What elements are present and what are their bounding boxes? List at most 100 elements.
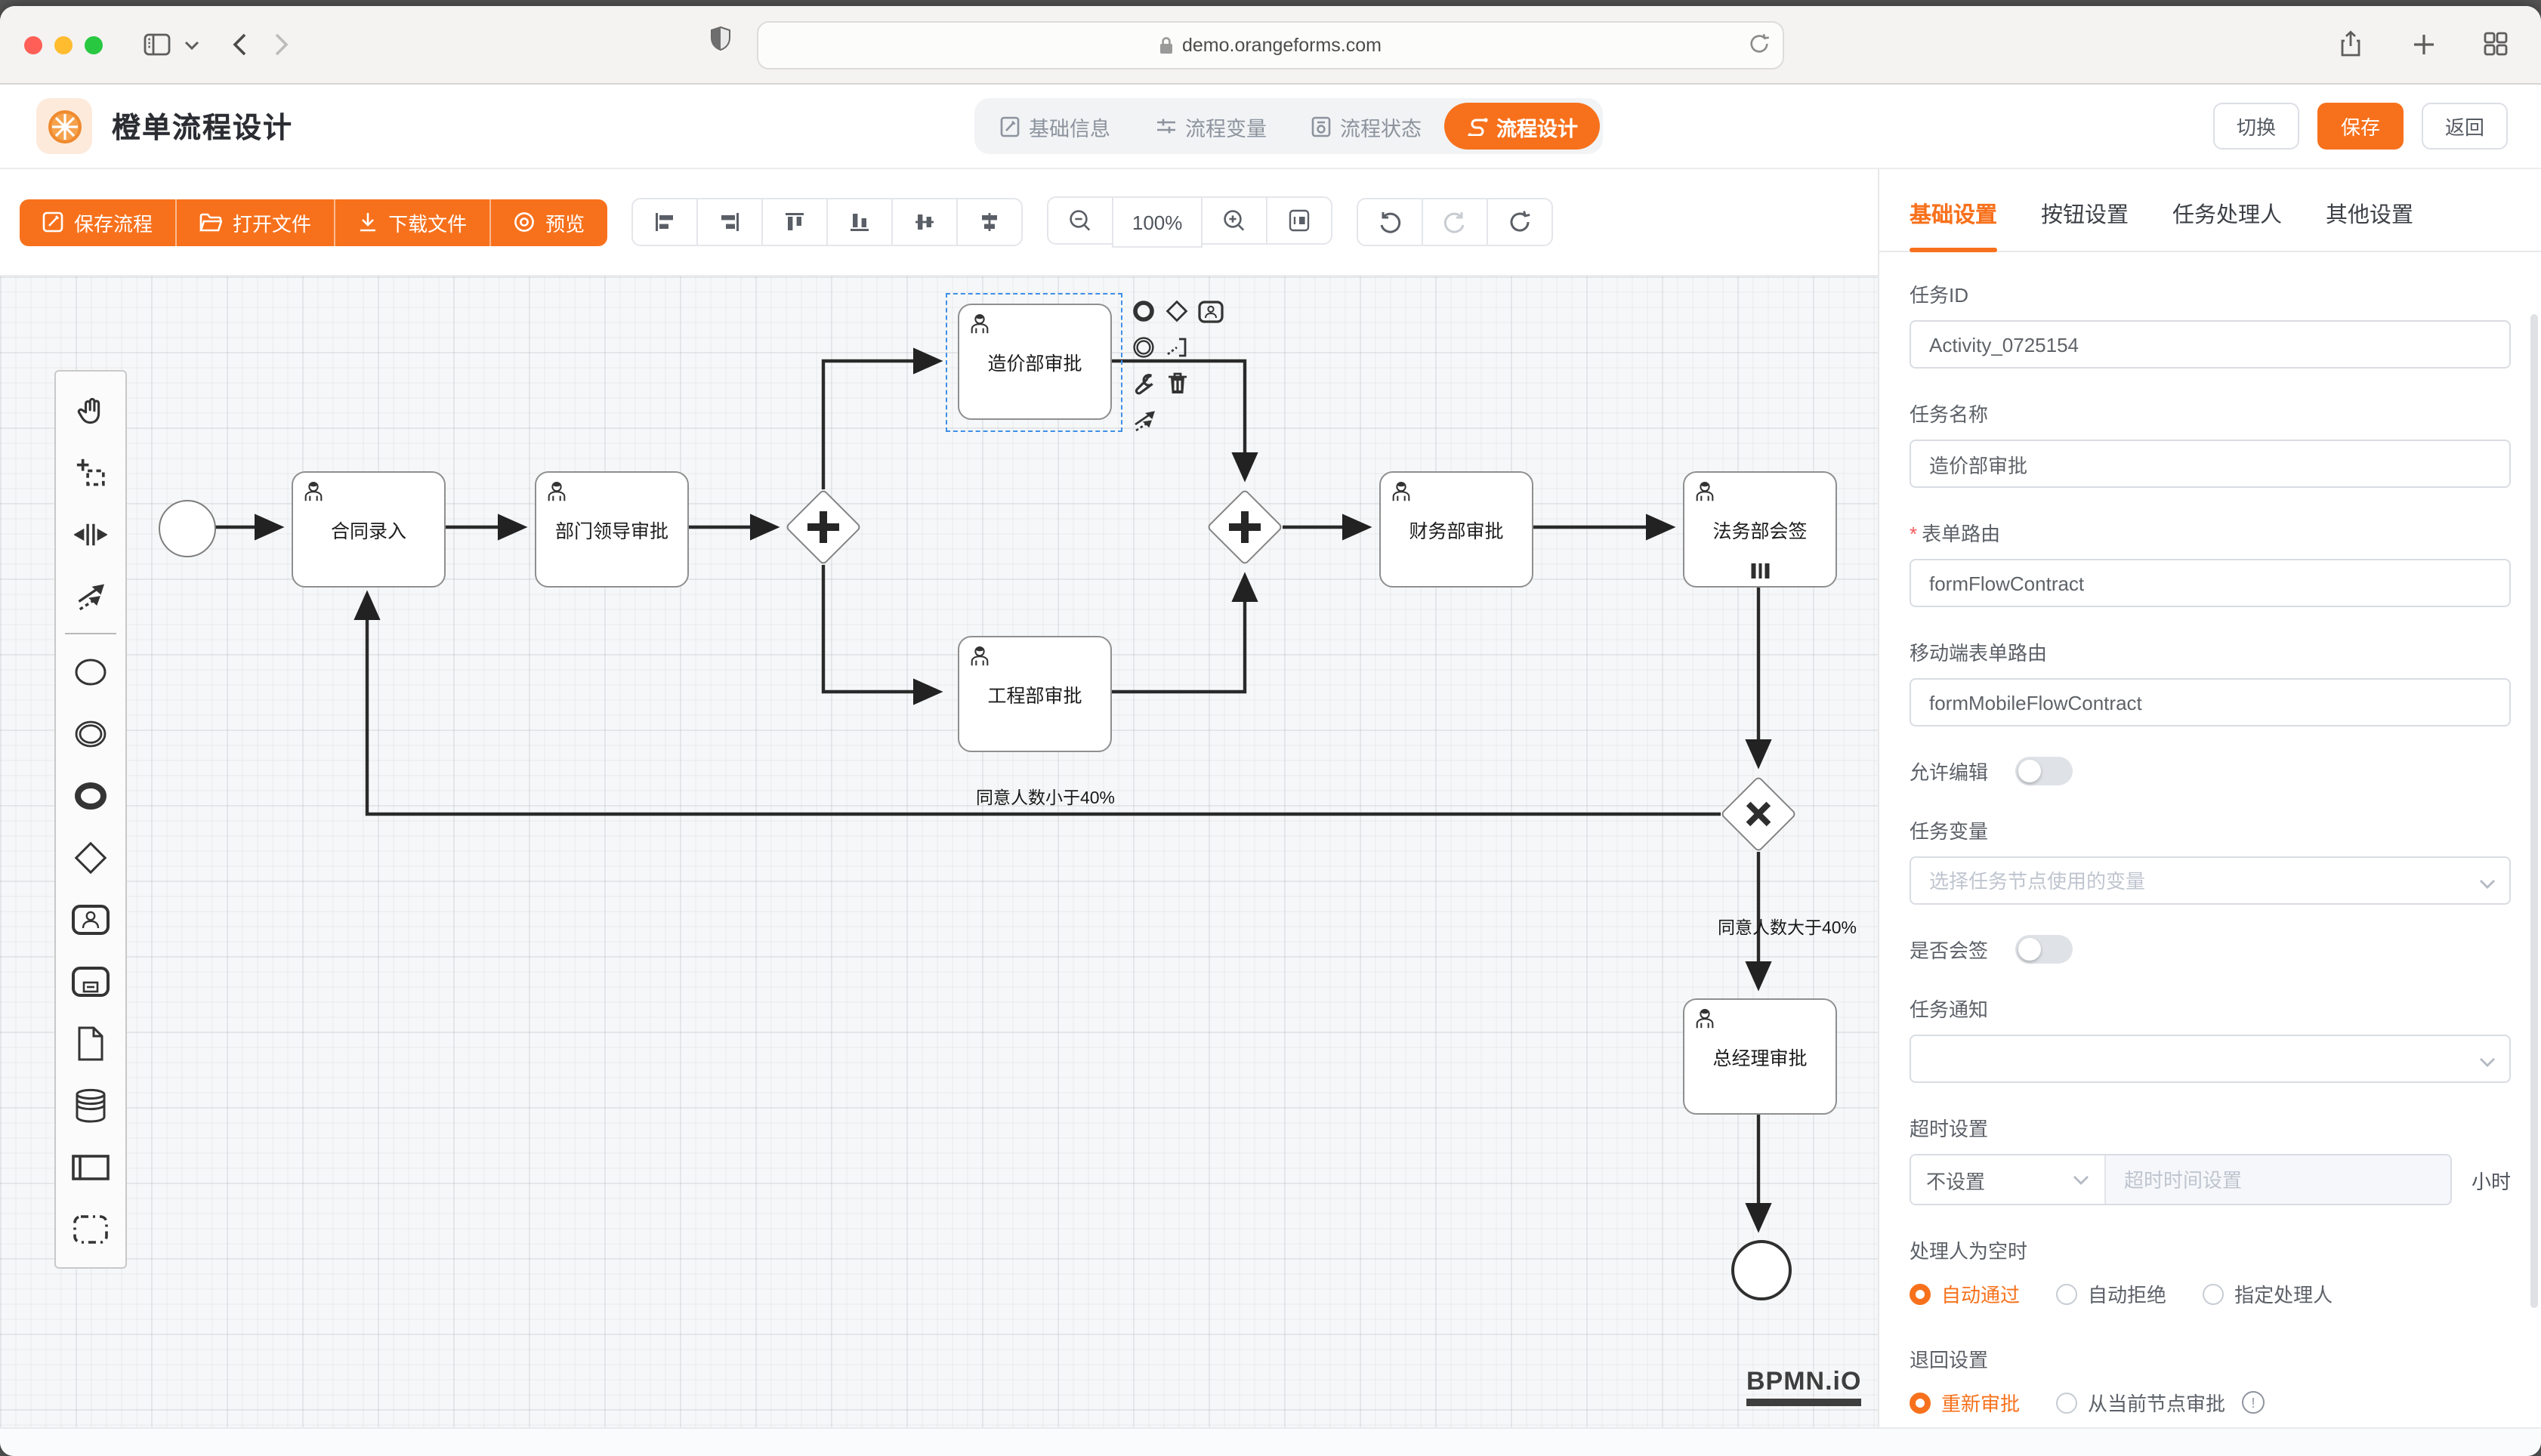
back-to-list-button[interactable]: 返回 [2422, 103, 2508, 150]
zoom-level-label: 100% [1112, 196, 1203, 248]
parallel-gateway-split[interactable] [796, 500, 851, 554]
align-center-icon[interactable] [956, 198, 1023, 246]
bpmn-canvas[interactable]: 合同录入 部门领导审批 造价部审批 工程部审批 财务部审批 [0, 275, 1878, 1432]
lasso-tool-icon[interactable] [60, 441, 121, 503]
switch-button[interactable]: 切换 [2213, 103, 2299, 150]
task-node-contract-entry[interactable]: 合同录入 [292, 471, 446, 588]
timeout-mode-select[interactable]: 不设置 [1911, 1155, 2106, 1204]
group-shape[interactable] [60, 1198, 121, 1260]
share-icon[interactable] [2330, 24, 2372, 63]
hand-tool-icon[interactable] [60, 379, 121, 441]
panel-scrollbar[interactable] [2530, 314, 2538, 1308]
address-bar[interactable]: demo.orangeforms.com [757, 21, 1784, 69]
task-node-finance-dept[interactable]: 财务部审批 [1379, 471, 1533, 588]
start-event-shape[interactable] [60, 640, 121, 702]
zoom-window-button[interactable] [85, 35, 103, 54]
parallel-gateway-join[interactable] [1218, 500, 1272, 554]
edge-label-gt40[interactable]: 同意人数大于40% [1704, 915, 1870, 939]
connect-tool-icon[interactable] [1128, 403, 1159, 436]
end-event-node[interactable] [1731, 1240, 1792, 1300]
sidebar-toggle-icon[interactable] [136, 25, 178, 64]
start-event-node[interactable] [159, 500, 216, 557]
radio-auto-pass[interactable]: 自动通过 [1910, 1279, 2020, 1308]
countersign-toggle[interactable] [2015, 935, 2073, 964]
form-route-input[interactable] [1910, 559, 2511, 607]
append-end-event-icon[interactable] [1128, 295, 1159, 328]
designer-column: 保存流程 打开文件 下载文件 预览 [0, 169, 1879, 1432]
tab-task-assignee[interactable]: 任务处理人 [2172, 198, 2282, 251]
space-tool-icon[interactable] [60, 503, 121, 565]
save-flow-button[interactable]: 保存流程 [20, 199, 175, 245]
radio-current-node-approval[interactable]: 从当前节点审批! [2056, 1388, 2265, 1417]
tab-overview-icon[interactable] [2475, 24, 2517, 63]
append-gateway-icon[interactable] [1162, 295, 1192, 328]
forward-button[interactable] [260, 25, 302, 64]
tab-flow-status[interactable]: 流程状态 [1289, 103, 1444, 150]
edge-label-lt40[interactable]: 同意人数小于40% [947, 785, 1144, 810]
tab-flow-variables[interactable]: 流程变量 [1133, 103, 1289, 150]
zoom-in-icon[interactable] [1201, 196, 1267, 245]
task-node-legal-dept[interactable]: 法务部会签 [1683, 471, 1837, 588]
end-event-shape[interactable] [60, 764, 121, 826]
save-button[interactable]: 保存 [2317, 103, 2404, 150]
privacy-shield-icon[interactable] [710, 26, 731, 59]
new-tab-icon[interactable] [2402, 24, 2444, 63]
change-type-wrench-icon[interactable] [1128, 367, 1159, 400]
preview-button[interactable]: 预览 [489, 199, 607, 245]
tab-flow-design[interactable]: 流程设计 [1444, 103, 1600, 150]
close-window-button[interactable] [24, 35, 42, 54]
tab-basic-settings[interactable]: 基础设置 [1910, 198, 1997, 251]
task-notify-select[interactable] [1910, 1035, 2511, 1083]
radio-restart-approval[interactable]: 重新审批 [1910, 1388, 2020, 1417]
back-button[interactable] [218, 25, 260, 64]
data-object-shape[interactable] [60, 1012, 121, 1074]
append-user-task-icon[interactable] [1195, 295, 1225, 328]
task-name-input[interactable] [1910, 440, 2511, 488]
fit-viewport-icon[interactable] [1266, 196, 1332, 245]
minimize-window-button[interactable] [54, 35, 73, 54]
global-connect-tool-icon[interactable] [60, 565, 121, 627]
allow-edit-toggle[interactable] [2015, 757, 2073, 785]
timeout-hours-input[interactable] [2106, 1155, 2450, 1204]
append-intermediate-event-icon[interactable] [1128, 331, 1159, 364]
radio-assign-handler[interactable]: 指定处理人 [2203, 1279, 2333, 1308]
align-top-icon[interactable] [761, 198, 828, 246]
open-file-button[interactable]: 打开文件 [175, 199, 334, 245]
delete-trash-icon[interactable] [1162, 367, 1192, 400]
download-file-button[interactable]: 下载文件 [334, 199, 489, 245]
exclusive-gateway[interactable] [1731, 787, 1786, 841]
zoom-out-icon[interactable] [1047, 196, 1113, 245]
task-name-label: 任务名称 [1910, 399, 2511, 427]
align-right-icon[interactable] [696, 198, 763, 246]
data-store-shape[interactable] [60, 1074, 121, 1136]
subprocess-shape[interactable] [60, 950, 121, 1012]
reload-icon[interactable] [1748, 32, 1771, 60]
bpmn-io-watermark[interactable]: BPMN.iO [1746, 1367, 1861, 1406]
assignee-empty-options: 自动通过 自动拒绝 指定处理人 [1910, 1279, 2511, 1308]
tab-other-settings[interactable]: 其他设置 [2326, 198, 2413, 251]
align-left-icon[interactable] [631, 198, 698, 246]
mobile-form-route-input[interactable] [1910, 678, 2511, 726]
user-task-shape[interactable] [60, 888, 121, 950]
task-node-general-manager[interactable]: 总经理审批 [1683, 998, 1837, 1115]
task-variable-select[interactable] [1910, 856, 2511, 905]
node-label: 财务部审批 [1409, 515, 1503, 544]
tab-button-settings[interactable]: 按钮设置 [2041, 198, 2129, 251]
countersign-label: 是否会签 [1910, 935, 1988, 964]
task-node-engineering-dept[interactable]: 工程部审批 [958, 636, 1112, 752]
gateway-shape[interactable] [60, 826, 121, 888]
undo-icon[interactable] [1357, 198, 1423, 246]
intermediate-event-shape[interactable] [60, 702, 121, 764]
participant-pool-shape[interactable] [60, 1136, 121, 1198]
tab-basic-info[interactable]: 基础信息 [977, 103, 1133, 150]
task-node-dept-leader[interactable]: 部门领导审批 [535, 471, 689, 588]
align-bottom-icon[interactable] [826, 198, 893, 246]
chevron-down-icon[interactable] [178, 25, 205, 64]
file-actions-group: 保存流程 打开文件 下载文件 预览 [20, 199, 607, 245]
align-middle-icon[interactable] [891, 198, 958, 246]
reset-icon[interactable] [1487, 198, 1553, 246]
redo-icon[interactable] [1422, 198, 1488, 246]
task-id-input[interactable] [1910, 320, 2511, 369]
radio-auto-reject[interactable]: 自动拒绝 [2056, 1279, 2166, 1308]
text-annotation-icon[interactable] [1162, 331, 1192, 364]
